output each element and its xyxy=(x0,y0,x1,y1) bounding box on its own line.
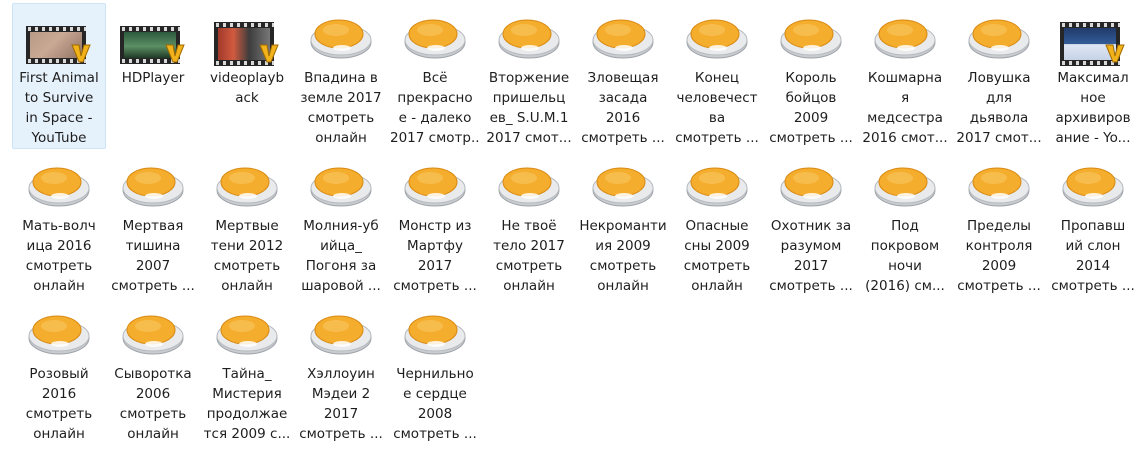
file-item[interactable]: Ловушка для дьявола 2017 смот... xyxy=(952,3,1046,149)
media-file-icon xyxy=(874,19,936,59)
file-item[interactable]: Сыворотка 2006 смотреть онлайн xyxy=(106,299,200,445)
media-file-icon xyxy=(780,167,842,207)
file-item[interactable]: Опасные сны 2009 смотреть онлайн xyxy=(670,151,764,297)
video-thumbnail-icon xyxy=(24,8,94,66)
file-item[interactable]: Не твоё тело 2017 смотреть онлайн xyxy=(482,151,576,297)
media-file-icon xyxy=(404,315,466,355)
file-item[interactable]: Пределы контроля 2009 смотреть ... xyxy=(952,151,1046,297)
file-name: Не твоё тело 2017 смотреть онлайн xyxy=(493,218,565,294)
file-item[interactable]: Кошмарна я медсестра 2016 смот... xyxy=(858,3,952,149)
file-name: Чернильно е сердце 2008 смотреть ... xyxy=(393,366,477,442)
media-file-icon xyxy=(310,315,372,355)
file-name: HDPlayer xyxy=(121,70,185,86)
file-name: First Animal to Survive in Space - YouTu… xyxy=(19,70,99,146)
file-name: Мертвая тишина 2007 смотреть ... xyxy=(111,218,195,294)
video-thumbnail-icon xyxy=(118,8,188,66)
file-row: Мать-волч ица 2016 смотреть онлайн Мертв… xyxy=(10,151,1135,299)
file-item[interactable]: Тайна_ Мистерия продолжае тся 2009 с... xyxy=(200,299,294,445)
file-grid: First Animal to Survive in Space - YouTu… xyxy=(10,3,1135,472)
media-file-icon xyxy=(404,167,466,207)
file-name: Конец человечест ва смотреть ... xyxy=(675,70,759,146)
file-name: Розовый 2016 смотреть онлайн xyxy=(25,366,93,442)
media-file-icon xyxy=(1062,167,1124,207)
media-file-icon xyxy=(498,19,560,59)
file-item[interactable]: Хэллоуин Мэдеи 2 2017 смотреть ... xyxy=(294,299,388,445)
media-file-icon xyxy=(122,167,184,207)
file-name: Некроманти ия 2009 смотреть онлайн xyxy=(579,218,667,294)
media-file-icon xyxy=(780,19,842,59)
media-file-icon xyxy=(968,167,1030,207)
file-name: Максимал ное архивиров ание - Yo... xyxy=(1055,70,1131,146)
file-name: videoplayb ack xyxy=(209,70,285,106)
file-item[interactable]: First Animal to Survive in Space - YouTu… xyxy=(12,3,106,149)
file-name: Ловушка для дьявола 2017 смот... xyxy=(956,70,1042,146)
file-item[interactable]: Максимал ное архивиров ание - Yo... xyxy=(1046,3,1135,149)
file-item[interactable]: Мертвая тишина 2007 смотреть ... xyxy=(106,151,200,297)
file-name: Мертвые тени 2012 смотреть онлайн xyxy=(210,218,284,294)
file-item[interactable]: Зловещая засада 2016 смотреть ... xyxy=(576,3,670,149)
media-file-icon xyxy=(28,167,90,207)
file-name: Пропавш ий слон 2014 смотреть ... xyxy=(1051,218,1135,294)
file-item[interactable]: Мертвые тени 2012 смотреть онлайн xyxy=(200,151,294,297)
media-file-icon xyxy=(310,167,372,207)
file-item[interactable]: Мать-волч ица 2016 смотреть онлайн xyxy=(12,151,106,297)
file-item[interactable]: Всё прекрасно e - далеко 2017 смотр... xyxy=(388,3,482,149)
file-name: Опасные сны 2009 смотреть онлайн xyxy=(683,218,751,294)
media-file-icon xyxy=(216,315,278,355)
file-name: Впадина в земле 2017 смотреть онлайн xyxy=(300,70,382,146)
file-name: Король бойцов 2009 смотреть ... xyxy=(769,70,853,146)
file-name: Мать-волч ица 2016 смотреть онлайн xyxy=(22,218,96,294)
file-name: Всё прекрасно e - далеко 2017 смотр... xyxy=(390,70,480,146)
file-item[interactable]: Чернильно е сердце 2008 смотреть ... xyxy=(388,299,482,445)
media-file-icon xyxy=(28,315,90,355)
file-item[interactable]: Охотник за разумом 2017 смотреть ... xyxy=(764,151,858,297)
media-file-icon xyxy=(874,167,936,207)
file-item[interactable]: Розовый 2016 смотреть онлайн xyxy=(12,299,106,445)
media-file-icon xyxy=(216,167,278,207)
media-file-icon xyxy=(498,167,560,207)
file-name: Под покровом ночи (2016) см... xyxy=(865,218,945,294)
file-item[interactable]: Вторжение пришельц ев_ S.U.M.1 2017 смот… xyxy=(482,3,576,149)
file-row: First Animal to Survive in Space - YouTu… xyxy=(10,3,1135,151)
media-file-icon xyxy=(686,19,748,59)
file-name: Молния-уб ийца_ Погоня за шаровой ... xyxy=(301,218,381,294)
file-item[interactable]: Король бойцов 2009 смотреть ... xyxy=(764,3,858,149)
media-file-icon xyxy=(686,167,748,207)
file-item[interactable]: Конец человечест ва смотреть ... xyxy=(670,3,764,149)
media-file-icon xyxy=(310,19,372,59)
file-item[interactable]: Под покровом ночи (2016) см... xyxy=(858,151,952,297)
media-file-icon xyxy=(404,19,466,59)
file-name: Кошмарна я медсестра 2016 смот... xyxy=(862,70,948,146)
media-file-icon xyxy=(968,19,1030,59)
file-name: Охотник за разумом 2017 смотреть ... xyxy=(769,218,853,294)
file-name: Хэллоуин Мэдеи 2 2017 смотреть ... xyxy=(299,366,383,442)
file-name: Зловещая засада 2016 смотреть ... xyxy=(581,70,665,146)
file-item[interactable]: Пропавш ий слон 2014 смотреть ... xyxy=(1046,151,1135,297)
file-item[interactable]: Молния-уб ийца_ Погоня за шаровой ... xyxy=(294,151,388,297)
media-file-icon xyxy=(592,19,654,59)
file-item[interactable]: HDPlayer xyxy=(106,3,200,149)
file-name: Монстр из Мартфу 2017 смотреть ... xyxy=(393,218,477,294)
file-item[interactable]: Некроманти ия 2009 смотреть онлайн xyxy=(576,151,670,297)
file-name: Пределы контроля 2009 смотреть ... xyxy=(957,218,1041,294)
media-file-icon xyxy=(122,315,184,355)
file-name: Сыворотка 2006 смотреть онлайн xyxy=(114,366,192,442)
video-thumbnail-icon xyxy=(212,8,282,66)
file-item[interactable]: Впадина в земле 2017 смотреть онлайн xyxy=(294,3,388,149)
media-file-icon xyxy=(592,167,654,207)
file-name: Тайна_ Мистерия продолжае тся 2009 с... xyxy=(203,366,291,442)
file-name: Вторжение пришельц ев_ S.U.M.1 2017 смот… xyxy=(486,70,572,146)
file-row: Розовый 2016 смотреть онлайн Сыворотка 2… xyxy=(10,299,1135,447)
video-thumbnail-icon xyxy=(1058,8,1128,66)
file-item[interactable]: Монстр из Мартфу 2017 смотреть ... xyxy=(388,151,482,297)
file-item[interactable]: videoplayb ack xyxy=(200,3,294,149)
